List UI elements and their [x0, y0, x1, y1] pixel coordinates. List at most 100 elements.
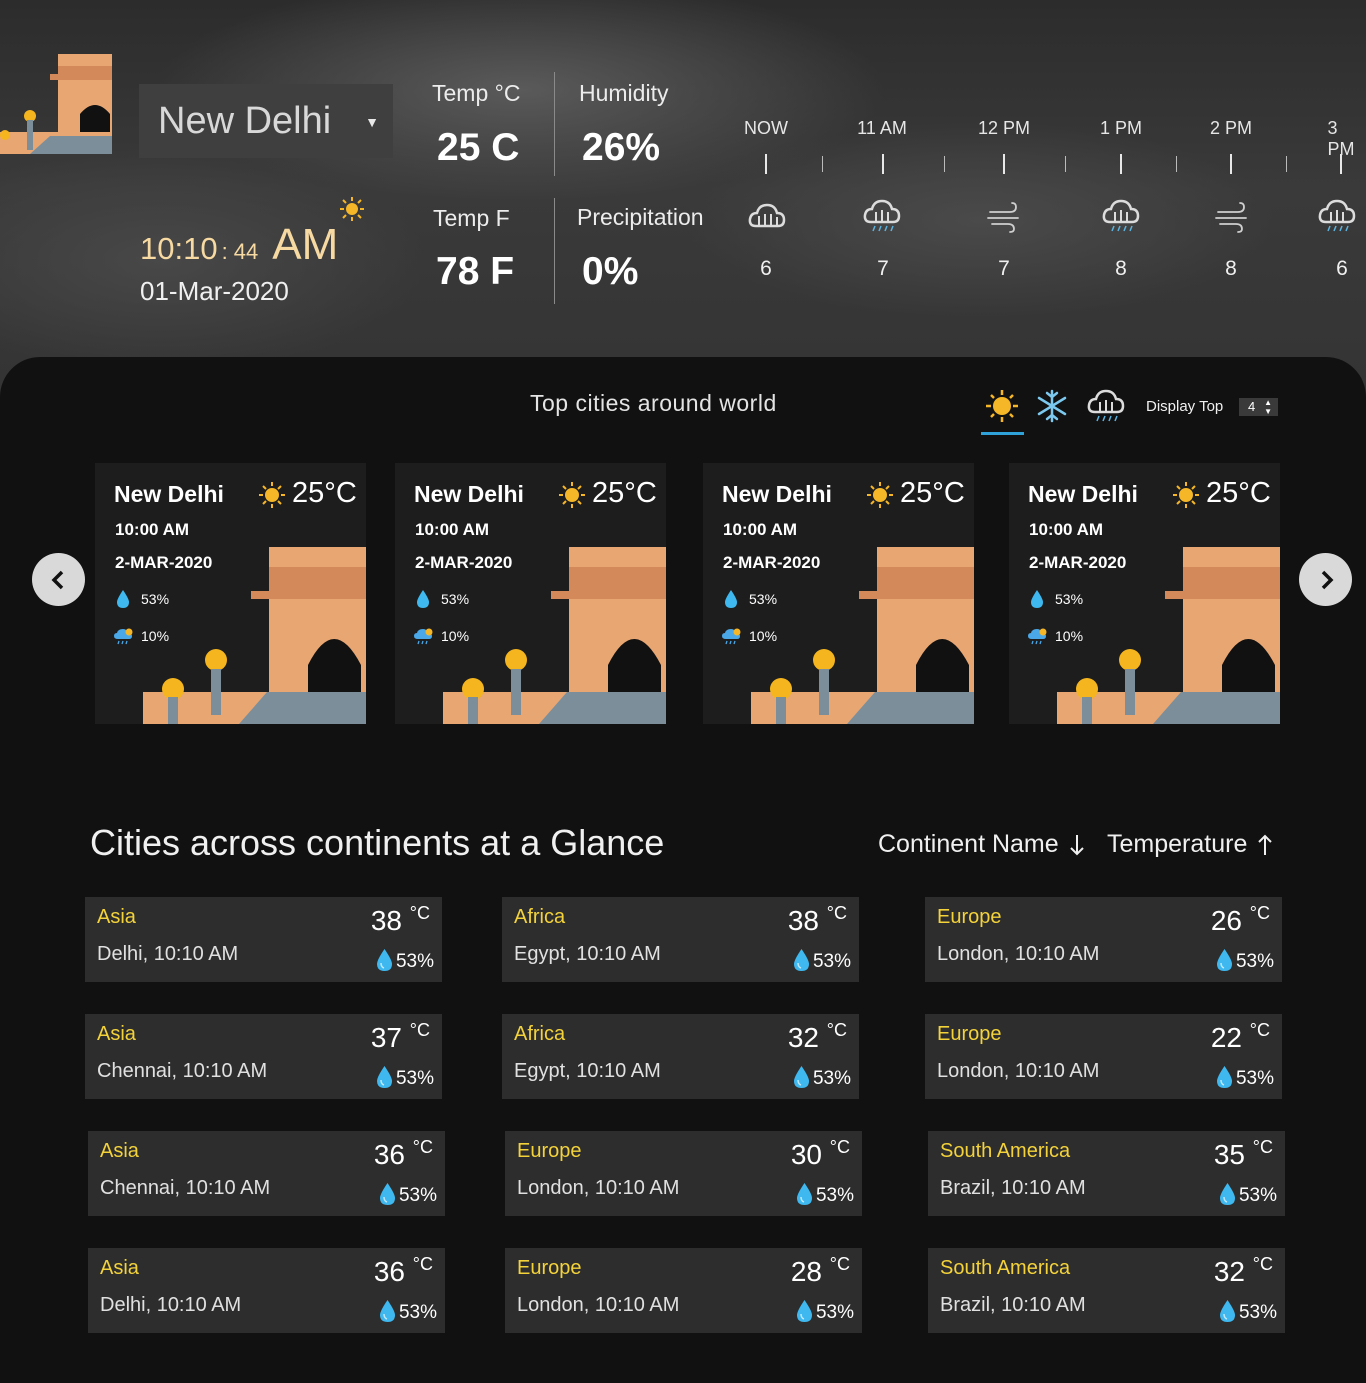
hour-tick [1340, 154, 1342, 174]
sunny-icon[interactable] [982, 388, 1022, 424]
continent-city-tile[interactable]: Europe London, 10:10 AM 26 °C 53% [925, 897, 1282, 982]
tile-place-time: London, 10:10 AM [937, 943, 1100, 965]
time-ampm: AM [272, 220, 339, 269]
tile-humidity: 53% [1238, 1185, 1277, 1206]
hour-label: 1 PM [1099, 118, 1143, 138]
sun-icon [259, 482, 285, 508]
tile-place-time: Brazil, 10:10 AM [940, 1294, 1086, 1316]
snowflake-icon[interactable] [1032, 388, 1072, 424]
hour-value: 7 [998, 257, 1010, 280]
rain-cloud-icon [414, 628, 433, 645]
continents-title: Cities across continents at a Glance [90, 822, 665, 863]
hour-tick [1120, 154, 1122, 174]
tile-place-time: London, 10:10 AM [517, 1177, 680, 1199]
continent-city-tile[interactable]: South America Brazil, 10:10 AM 35 °C 53% [928, 1131, 1285, 1216]
tile-temperature: 22 °C [1210, 1020, 1270, 1053]
card-city: New Delhi [114, 481, 224, 507]
card-temp: 25°C [1206, 477, 1271, 509]
card-time: 10:00 AM [1029, 520, 1104, 539]
continent-city-tile[interactable]: South America Brazil, 10:10 AM 32 °C 53% [928, 1248, 1285, 1333]
arrow-up-icon [1258, 834, 1273, 855]
tile-humidity: 53% [812, 951, 851, 972]
city-card[interactable]: New Delhi 25°C 10:00 AM 2-MAR-2020 53% 1… [95, 463, 366, 724]
continent-city-tile[interactable]: Africa Egypt, 10:10 AM 32 °C 53% [502, 1014, 859, 1099]
tile-humidity: 53% [812, 1068, 851, 1089]
tile-place-time: Chennai, 10:10 AM [97, 1060, 268, 1082]
precipitation-label: Precipitation [577, 204, 704, 230]
hour-value: 8 [1225, 257, 1237, 280]
continent-city-tile[interactable]: Europe London, 10:10 AM 22 °C 53% [925, 1014, 1282, 1099]
display-top-stepper[interactable]: 4 ▲ ▼ [1239, 398, 1278, 416]
water-drop-icon [1217, 1066, 1232, 1088]
hour-label: 12 PM [977, 118, 1031, 138]
hour-label: NOW [744, 118, 788, 138]
temp-c-label: Temp °C [432, 80, 521, 106]
time-hours-minutes: 10:10 [140, 231, 218, 266]
card-city: New Delhi [414, 481, 524, 507]
sort-temperature-button[interactable]: Temperature [1107, 830, 1273, 859]
chevron-right-icon [1321, 570, 1333, 589]
hour-value: 6 [760, 257, 772, 280]
water-drop-icon [794, 949, 809, 971]
tile-humidity: 53% [1235, 1068, 1274, 1089]
temp-f-label: Temp F [433, 205, 510, 231]
sort-temperature-label: Temperature [1107, 830, 1248, 858]
active-filter-indicator [981, 432, 1024, 435]
continent-city-tile[interactable]: Asia Chennai, 10:10 AM 36 °C 53% [88, 1131, 445, 1216]
hour-label: 2 PM [1209, 118, 1253, 138]
divider [554, 72, 555, 176]
card-time: 10:00 AM [723, 520, 798, 539]
tile-temperature: 38 °C [787, 903, 847, 936]
city-card[interactable]: New Delhi 25°C 10:00 AM 2-MAR-2020 53% 1… [395, 463, 666, 724]
water-drop-icon [380, 1183, 395, 1205]
hour-tick [1003, 154, 1005, 174]
rainy-icon[interactable] [1086, 388, 1126, 424]
tile-humidity: 53% [815, 1185, 854, 1206]
tile-temperature: 35 °C [1213, 1137, 1273, 1170]
tile-place-time: Chennai, 10:10 AM [100, 1177, 271, 1199]
sun-icon [340, 197, 364, 221]
continent-city-tile[interactable]: Europe London, 10:10 AM 28 °C 53% [505, 1248, 862, 1333]
tile-continent: Africa [514, 1023, 566, 1045]
chevron-left-icon [51, 570, 63, 589]
continent-city-tile[interactable]: Asia Delhi, 10:10 AM 38 °C 53% [85, 897, 442, 982]
water-drop-icon [725, 590, 737, 608]
rain-cloud-icon [114, 628, 133, 645]
tile-temperature: 36 °C [373, 1254, 433, 1287]
stepper-arrows-icon[interactable]: ▲ ▼ [1264, 398, 1272, 416]
display-top-value: 4 [1248, 399, 1256, 414]
continent-city-tile[interactable]: Europe London, 10:10 AM 30 °C 53% [505, 1131, 862, 1216]
card-temp: 25°C [592, 477, 657, 509]
city-card[interactable]: New Delhi 25°C 10:00 AM 2-MAR-2020 53% 1… [703, 463, 974, 724]
display-top-label: Display Top [1146, 398, 1224, 415]
half-hour-tick [822, 156, 823, 172]
india-gate-illustration [751, 547, 974, 724]
carousel-prev-button[interactable] [32, 553, 85, 606]
continent-city-tile[interactable]: Africa Egypt, 10:10 AM 38 °C 53% [502, 897, 859, 982]
rain-cloud-icon [722, 628, 741, 645]
continent-city-tile[interactable]: Asia Delhi, 10:10 AM 36 °C 53% [88, 1248, 445, 1333]
carousel-next-button[interactable] [1299, 553, 1352, 606]
tile-humidity: 53% [398, 1185, 437, 1206]
water-drop-icon [1220, 1183, 1235, 1205]
precipitation-value: 0% [582, 250, 639, 293]
weather-dashboard: { "header": { "city": "New Delhi", "time… [0, 0, 1366, 1383]
top-cities-title: Top cities around world [530, 390, 777, 416]
sort-continent-button[interactable]: Continent Name [878, 830, 1085, 859]
tile-continent: Europe [517, 1257, 582, 1279]
tile-continent: Europe [517, 1140, 582, 1162]
rainy-cloud-icon [748, 203, 786, 228]
water-drop-icon [417, 590, 429, 608]
city-card[interactable]: New Delhi 25°C 10:00 AM 2-MAR-2020 53% 1… [1009, 463, 1280, 724]
water-drop-icon [1031, 590, 1043, 608]
card-time: 10:00 AM [415, 520, 490, 539]
divider [554, 198, 555, 304]
city-dropdown[interactable]: New Delhi ▼ [139, 84, 393, 158]
time-seconds: : 44 [221, 239, 259, 264]
tile-continent: Asia [100, 1257, 139, 1279]
india-gate-illustration [443, 547, 666, 724]
chevron-down-icon: ▼ [365, 114, 379, 130]
continent-city-tile[interactable]: Asia Chennai, 10:10 AM 37 °C 53% [85, 1014, 442, 1099]
tile-temperature: 38 °C [370, 903, 430, 936]
half-hour-tick [1176, 156, 1177, 172]
